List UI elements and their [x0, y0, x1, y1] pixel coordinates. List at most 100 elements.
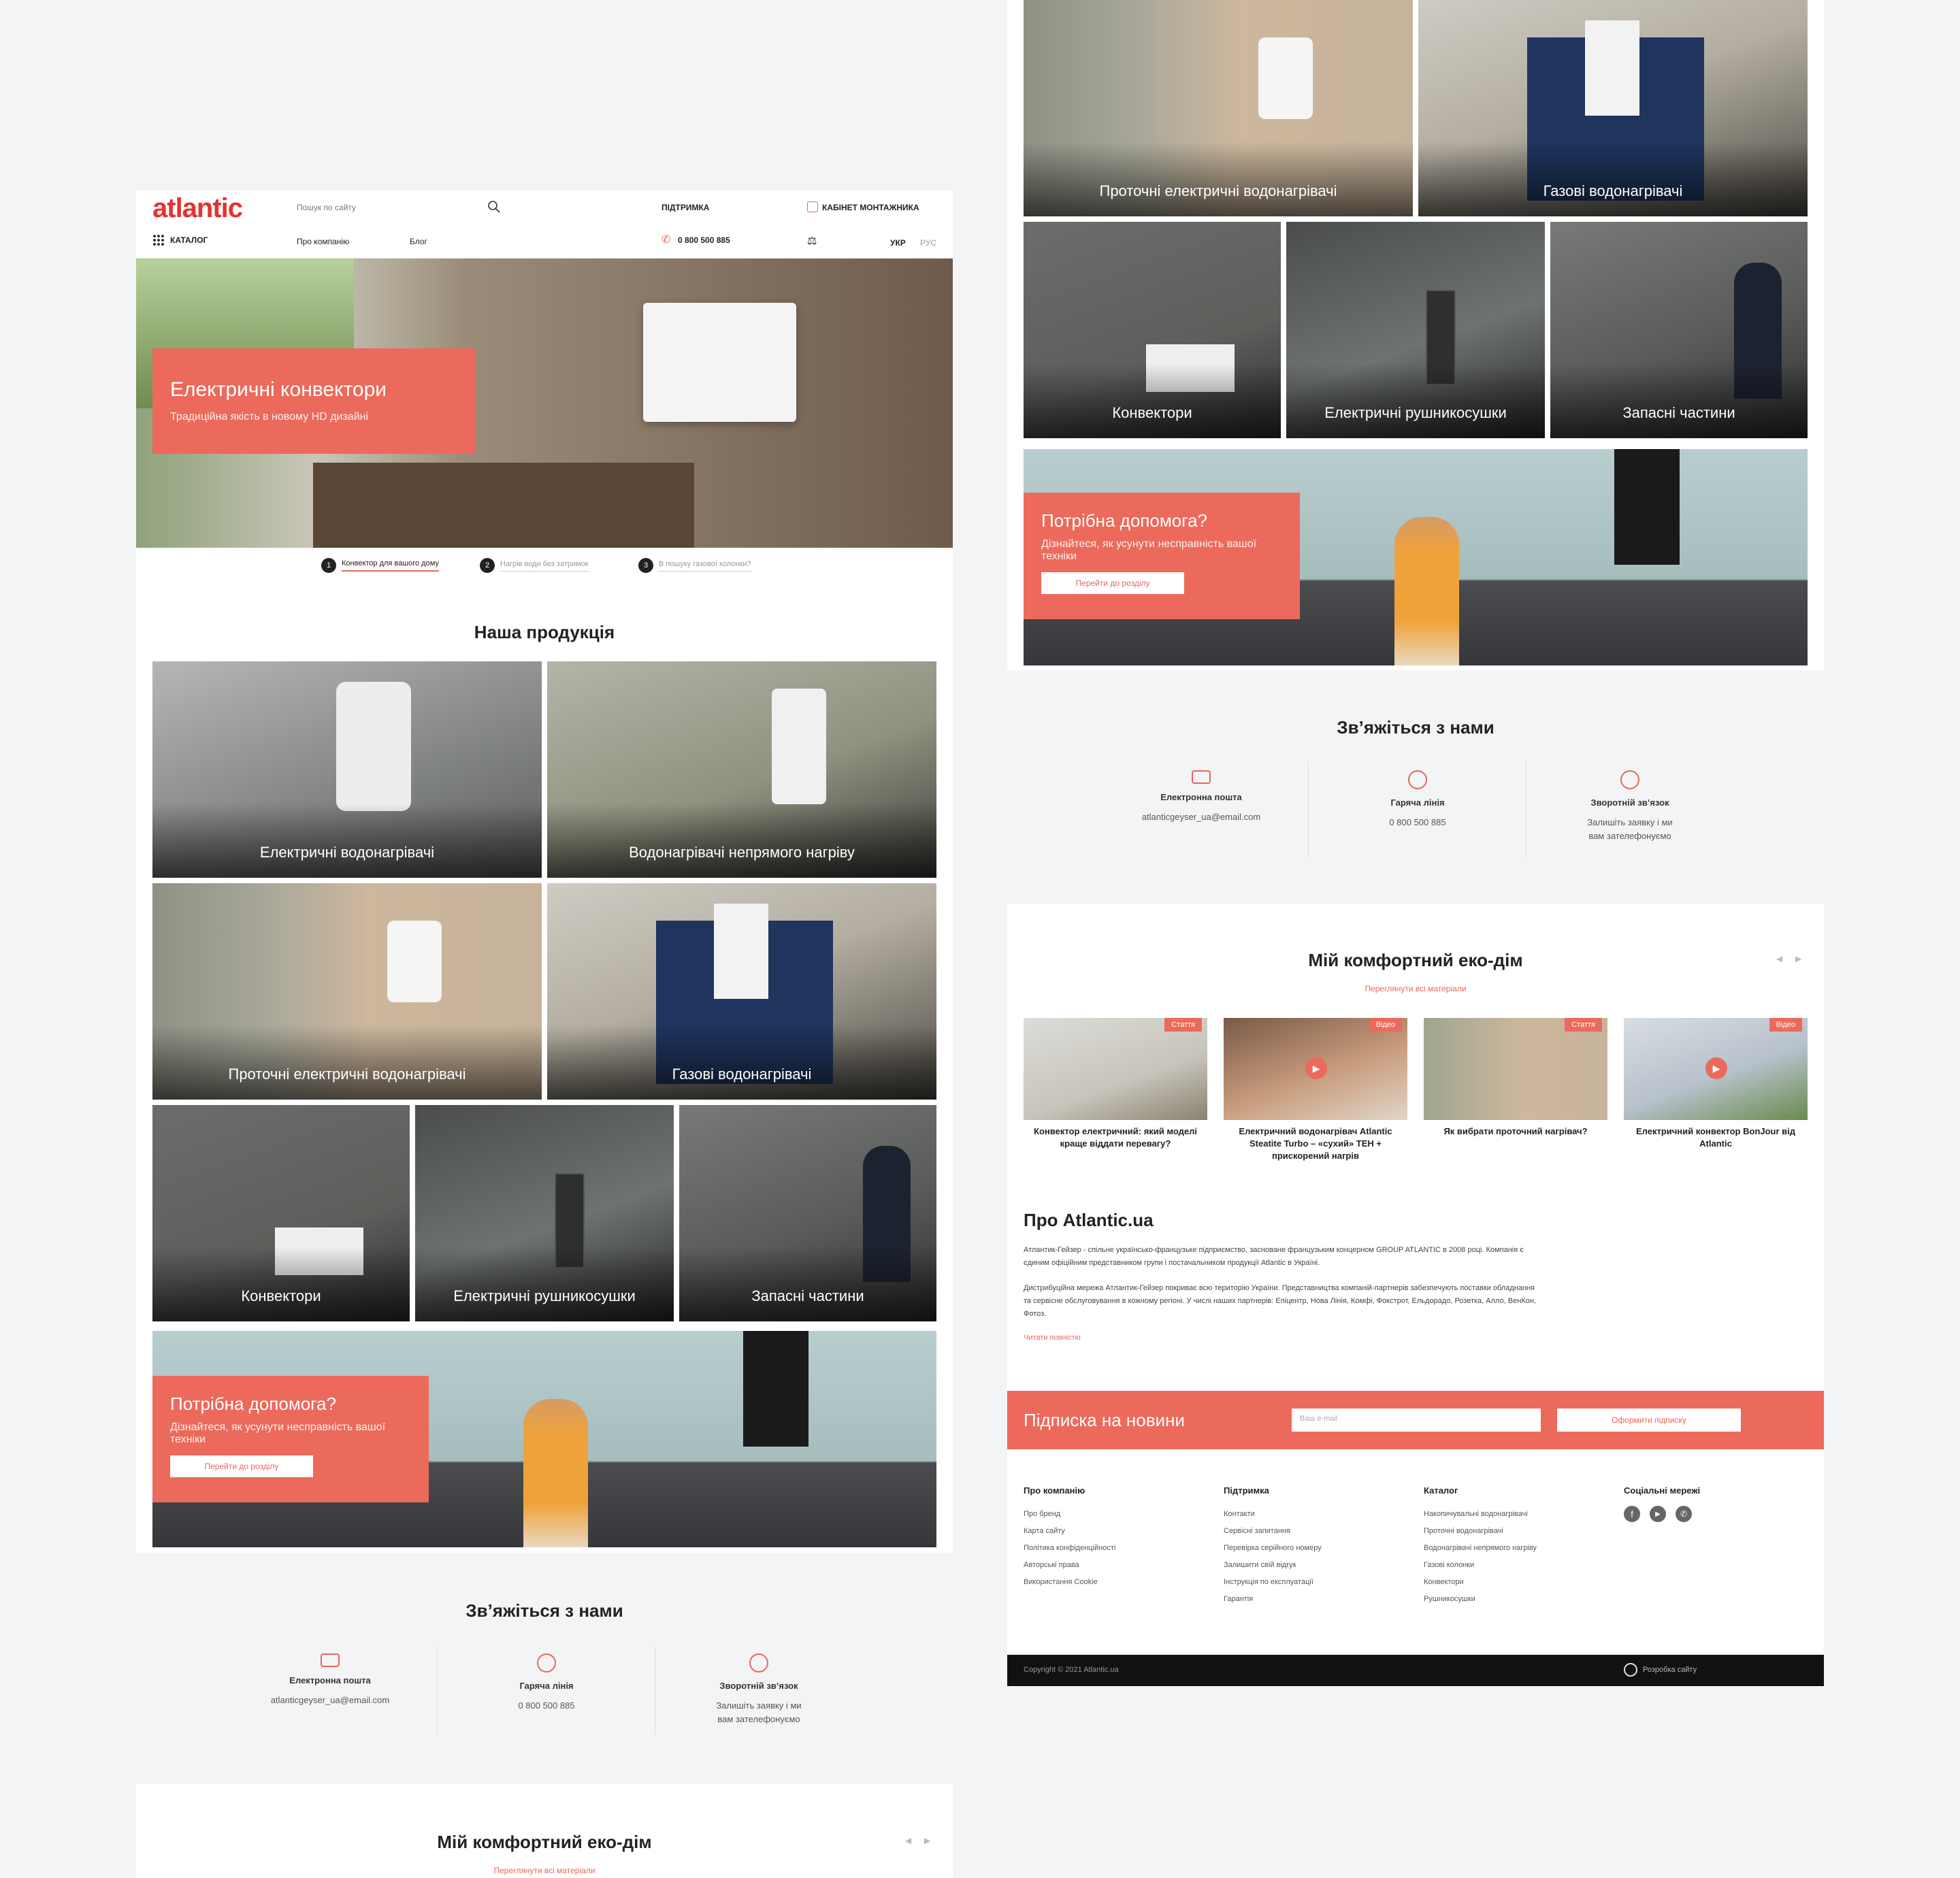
- product-tile-instant-heaters[interactable]: Проточні електричні водонагрівачі: [1024, 0, 1413, 216]
- footer-link[interactable]: Перевірка серійного номеру: [1224, 1540, 1322, 1557]
- article-card[interactable]: Відео ▶ Електричний конвектор BonJour ві…: [1624, 1018, 1808, 1150]
- footer-link[interactable]: Рушникосушки: [1424, 1591, 1537, 1608]
- contact-email[interactable]: Електронна пошта atlanticgeyser_ua@email…: [252, 1653, 408, 1707]
- subscribe-button[interactable]: Оформити підписку: [1557, 1408, 1741, 1432]
- search-input[interactable]: Пошук по сайту: [297, 203, 501, 212]
- phone-icon: [1408, 770, 1427, 789]
- about-read-more[interactable]: Читати повністю: [1024, 1334, 1081, 1342]
- contact-callback[interactable]: Зворотній зв’язок Залишіть заявку і ми в…: [1552, 770, 1708, 843]
- lang-rus[interactable]: РУС: [920, 238, 936, 248]
- article-badge: Стаття: [1164, 1018, 1202, 1032]
- contact-email-value[interactable]: atlanticgeyser_ua@email.com: [1123, 810, 1279, 824]
- contact-hotline[interactable]: Гаряча лінія 0 800 500 885: [1339, 770, 1496, 829]
- product-tile-spare-parts[interactable]: Запасні частини: [679, 1105, 936, 1321]
- nav-about[interactable]: Про компанію: [297, 237, 349, 246]
- hero-step-2[interactable]: 2 Нагрів води без затримок: [480, 558, 589, 573]
- footer-link[interactable]: Сервісні запитання: [1224, 1523, 1322, 1540]
- footer-link[interactable]: Гарантія: [1224, 1591, 1322, 1608]
- footer-link[interactable]: Проточні водонагрівачі: [1424, 1523, 1537, 1540]
- eco-next-button[interactable]: ▶: [1795, 954, 1801, 963]
- product-tile-instant-heaters[interactable]: Проточні електричні водонагрівачі: [152, 883, 542, 1100]
- contact-email-value[interactable]: atlanticgeyser_ua@email.com: [252, 1694, 408, 1707]
- footer-link[interactable]: Інструкція по експлуатації: [1224, 1574, 1322, 1591]
- footer-heading: Про компанію: [1024, 1485, 1085, 1496]
- contact-callback-text: Залишіть заявку і ми вам зателефонуємо: [1587, 817, 1673, 841]
- product-tile-electric-heaters[interactable]: Електричні водонагрівачі: [152, 661, 542, 878]
- article-card[interactable]: Стаття Конвектор електричний: який модел…: [1024, 1018, 1207, 1150]
- product-tile-convectors[interactable]: Конвектори: [1024, 222, 1281, 438]
- product-tile-towel-dryers[interactable]: Електричні рушникосушки: [415, 1105, 674, 1321]
- product-tile-gas-heaters[interactable]: Газові водонагрівачі: [1418, 0, 1808, 216]
- contact-hotline[interactable]: Гаряча лінія 0 800 500 885: [468, 1653, 625, 1713]
- nav-support[interactable]: ПІДТРИМКА: [662, 203, 709, 212]
- copyright: Copyright © 2021 Atlantic.ua: [1024, 1666, 1119, 1674]
- footer-link[interactable]: Використання Cookie: [1024, 1574, 1115, 1591]
- divider: [437, 1647, 438, 1735]
- product-tile-spare-parts[interactable]: Запасні частини: [1550, 222, 1808, 438]
- product-tile-convectors[interactable]: Конвектори: [152, 1105, 410, 1321]
- product-tile-indirect-heaters[interactable]: Водонагрівачі непрямого нагріву: [547, 661, 936, 878]
- product-tile-gas-heaters[interactable]: Газові водонагрівачі: [547, 883, 936, 1100]
- footer-link[interactable]: Газові колонки: [1424, 1557, 1537, 1574]
- help-button[interactable]: Перейти до розділу: [170, 1455, 313, 1477]
- developer-link[interactable]: Розробка сайту: [1643, 1666, 1697, 1674]
- footer-link[interactable]: Політика конфіденційності: [1024, 1540, 1115, 1557]
- contact-hotline-value[interactable]: 0 800 500 885: [468, 1699, 625, 1713]
- tile-caption: Запасні частини: [679, 1247, 936, 1321]
- footer-link[interactable]: Авторські права: [1024, 1557, 1115, 1574]
- play-icon[interactable]: ▶: [1705, 1057, 1727, 1079]
- eco-next-button[interactable]: ▶: [924, 1836, 930, 1845]
- hero-subtitle: Традиційна якість в новому HD дизайні: [170, 411, 369, 423]
- footer-link[interactable]: Про бренд: [1024, 1506, 1115, 1523]
- eco-prev-button[interactable]: ◀: [1776, 954, 1782, 963]
- article-badge: Відео: [1369, 1018, 1402, 1032]
- header-phone[interactable]: 0 800 500 885: [678, 235, 730, 245]
- contact-callback-text: Залишіть заявку і ми вам зателефонуємо: [716, 1700, 802, 1724]
- hero-step-3[interactable]: 3В пошуку газової колонки?: [638, 558, 751, 573]
- hero-step-1[interactable]: 1 Конвектор для вашого дому: [321, 558, 439, 573]
- footer-heading: Соціальні мережі: [1624, 1485, 1701, 1496]
- hero-step-label: Конвектор для вашого дому: [342, 559, 439, 572]
- tile-caption: Газові водонагрівачі: [547, 1025, 936, 1100]
- footer-col-catalog: Каталог Накопичувальні водонагрівачі Про…: [1424, 1482, 1537, 1608]
- footer-link[interactable]: Карта сайту: [1024, 1523, 1115, 1540]
- help-card: Потрібна допомога? Дізнайтеся, як усунут…: [1024, 493, 1300, 619]
- article-card[interactable]: Стаття Як вибрати проточний нагрівач?: [1424, 1018, 1607, 1138]
- nav-blog[interactable]: Блог: [410, 237, 427, 246]
- subscribe-email-input[interactable]: Ваш e-mail: [1292, 1408, 1541, 1432]
- footer-link[interactable]: Контакти: [1224, 1506, 1322, 1523]
- hero-step-label: В пошуку газової колонки?: [659, 560, 751, 572]
- contact-email[interactable]: Електронна пошта atlanticgeyser_ua@email…: [1123, 770, 1279, 824]
- contact-title: Зв’яжіться з нами: [466, 1600, 623, 1621]
- contact-hotline-label: Гаряча лінія: [1390, 797, 1445, 808]
- eco-all-link[interactable]: Переглянути всі матеріали: [136, 1866, 953, 1875]
- product-tile-towel-dryers[interactable]: Електричні рушникосушки: [1286, 222, 1545, 438]
- article-image: Стаття: [1024, 1018, 1207, 1120]
- eco-all-link[interactable]: Переглянути всі матеріали: [1007, 984, 1824, 993]
- footer-link[interactable]: Конвектори: [1424, 1574, 1537, 1591]
- instant-heater-image: [1258, 37, 1313, 119]
- subscribe-title: Підписка на новини: [1024, 1410, 1185, 1430]
- facebook-icon[interactable]: f: [1624, 1506, 1640, 1522]
- logo[interactable]: atlantic: [152, 193, 243, 224]
- search-icon[interactable]: [487, 200, 501, 214]
- footer-heading: Підтримка: [1224, 1485, 1269, 1496]
- footer-link[interactable]: Накопичувальні водонагрівачі: [1424, 1506, 1537, 1523]
- lang-ukr[interactable]: УКР: [890, 238, 906, 248]
- phone-icon: [537, 1653, 556, 1673]
- nav-installer-cabinet[interactable]: КАБІНЕТ МОНТАЖНИКА: [822, 203, 919, 212]
- footer-link[interactable]: Залишити свій відгук: [1224, 1557, 1322, 1574]
- viber-icon[interactable]: ✆: [1676, 1506, 1692, 1522]
- play-icon[interactable]: ▶: [1305, 1057, 1327, 1079]
- youtube-icon[interactable]: ▶: [1650, 1506, 1666, 1522]
- footer-link[interactable]: Водонагрівачі непрямого нагріву: [1424, 1540, 1537, 1557]
- nav-catalog[interactable]: КАТАЛОГ: [170, 235, 208, 245]
- compare-icon[interactable]: ⚖: [807, 234, 817, 248]
- eco-prev-button[interactable]: ◀: [905, 1836, 911, 1845]
- article-card[interactable]: Відео ▶ Електричний водонагрівач Atlanti…: [1224, 1018, 1407, 1162]
- contact-callback[interactable]: Зворотній зв’язок Залишіть заявку і ми в…: [681, 1653, 837, 1726]
- contact-hotline-value[interactable]: 0 800 500 885: [1339, 816, 1496, 829]
- help-button[interactable]: Перейти до розділу: [1041, 572, 1184, 594]
- phone-icon: ✆: [662, 234, 671, 246]
- gas-heater-image: [1585, 20, 1639, 116]
